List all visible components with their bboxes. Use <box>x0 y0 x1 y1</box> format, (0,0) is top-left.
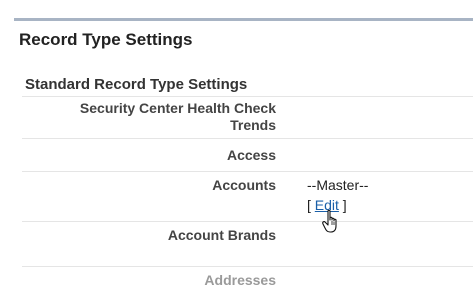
record-type-value-master: --Master-- <box>307 177 369 193</box>
row-separator <box>22 221 473 222</box>
bracket-close: ] <box>342 197 347 213</box>
row-separator <box>22 171 473 172</box>
section-top-border <box>14 18 473 21</box>
row-separator <box>22 266 473 267</box>
row-label-line2: Trends <box>230 117 276 133</box>
subsection-title: Standard Record Type Settings <box>25 76 248 93</box>
row-label-accounts: Accounts <box>212 177 276 193</box>
row-label-line1: Security Center Health Check <box>79 100 276 116</box>
row-label-access: Access <box>226 147 276 163</box>
row-separator <box>22 96 473 97</box>
hand-pointer-icon <box>322 209 337 233</box>
row-label-addresses: Addresses <box>204 272 276 288</box>
row-separator <box>22 138 473 139</box>
row-label-account-brands: Account Brands <box>167 227 276 243</box>
row-label-security-center-health-check-trends: Security Center Health Check Trends <box>16 100 276 134</box>
section-title: Record Type Settings <box>19 30 193 49</box>
bracket-open: [ <box>307 197 311 213</box>
record-type-settings-panel: Record Type Settings Standard Record Typ… <box>0 0 473 290</box>
